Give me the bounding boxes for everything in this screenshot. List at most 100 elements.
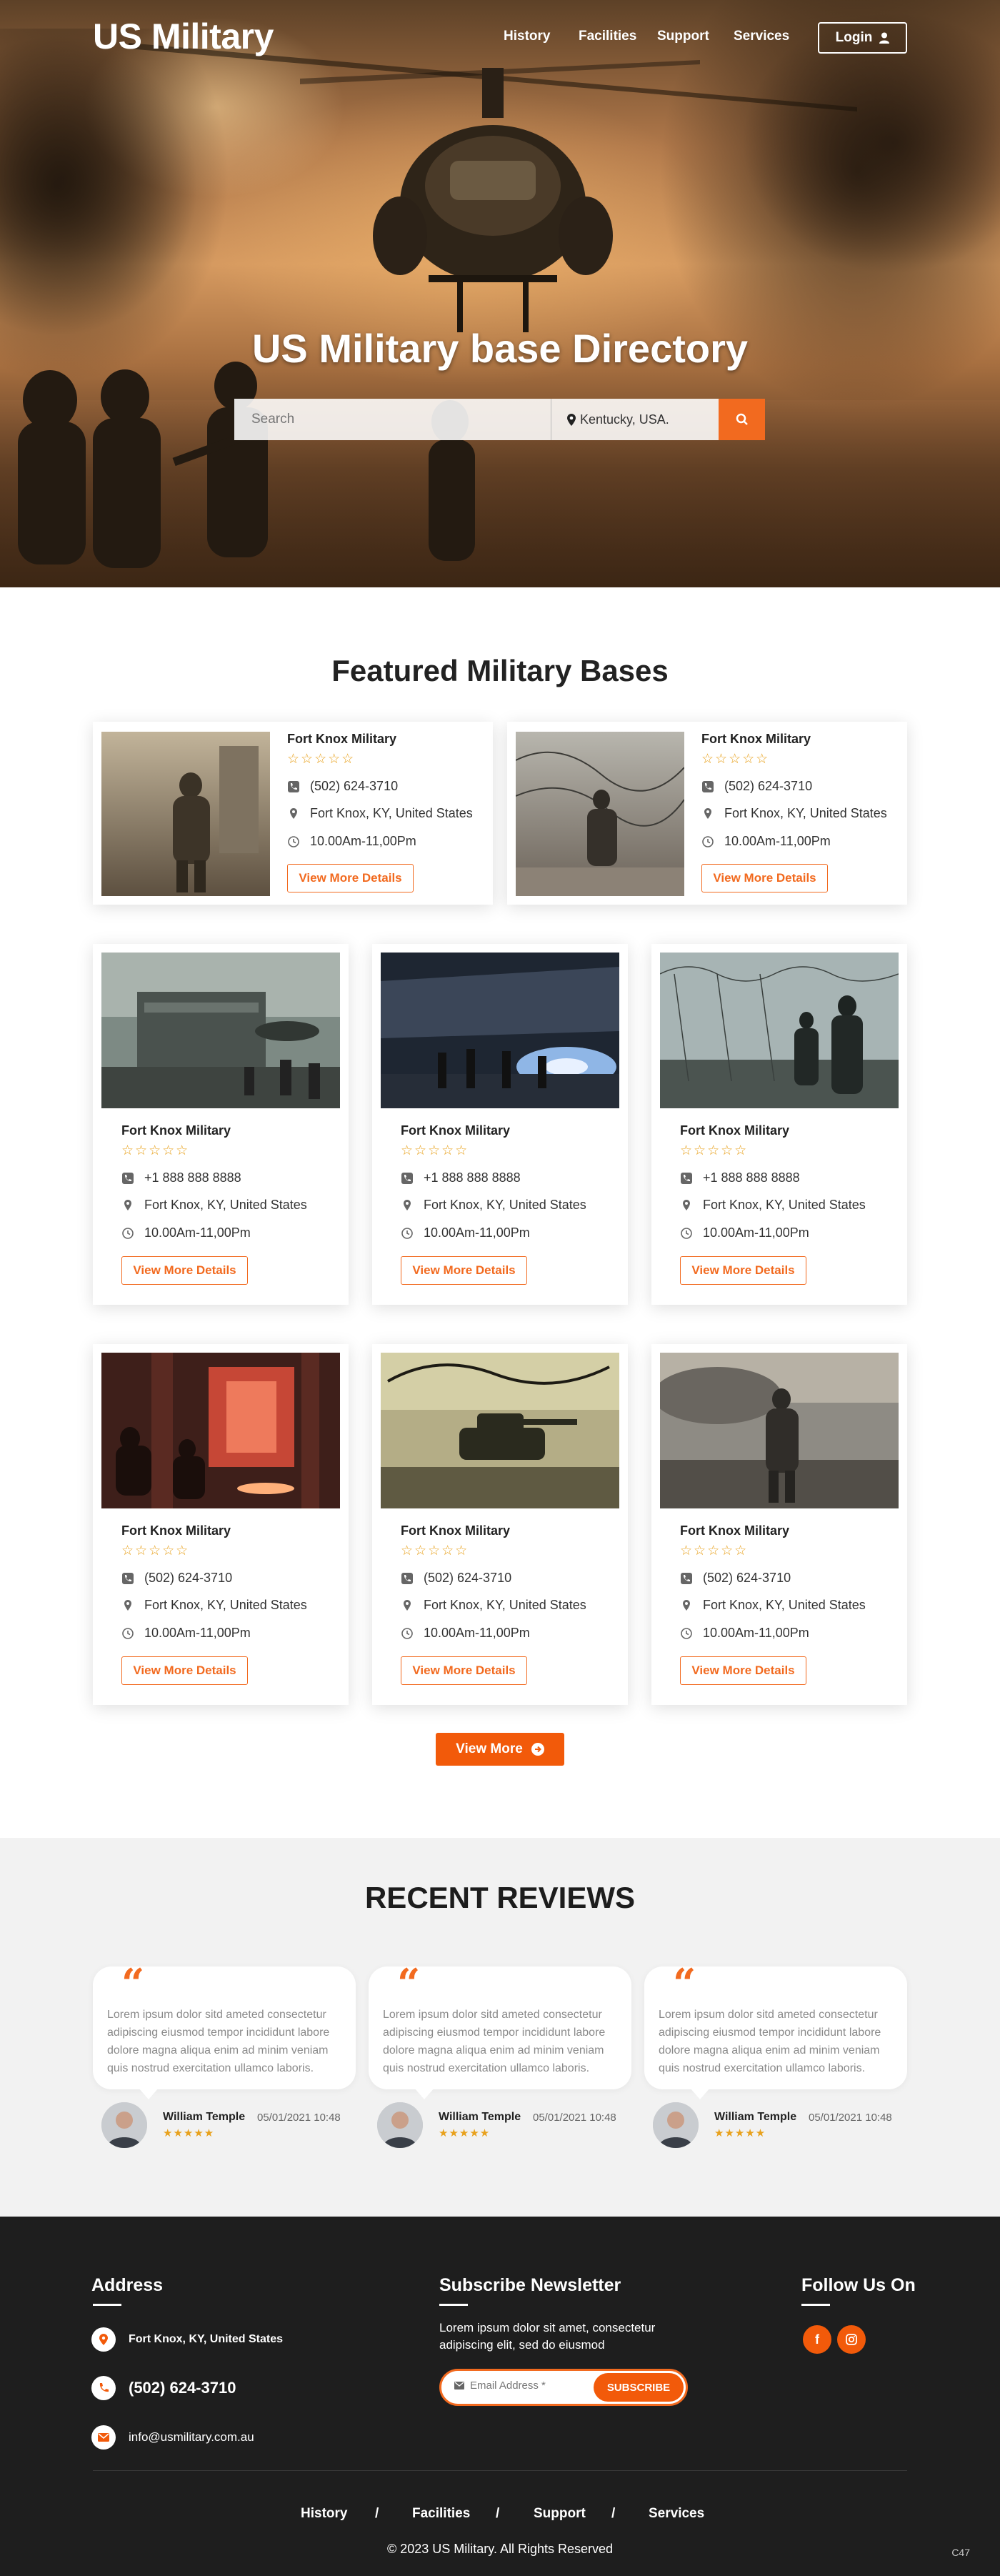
footer-link-services[interactable]: Services (649, 2506, 704, 2522)
address-text: Fort Knox, KY, United States (424, 1198, 586, 1212)
footer-link-facilities[interactable]: Facilities (412, 2506, 470, 2522)
hours-text: 10.00Am-11,00Pm (703, 1225, 809, 1240)
newsletter-form: Email Address * SUBSCRIBE (439, 2369, 688, 2406)
phone-text[interactable]: (502) 624-3710 (724, 779, 812, 794)
hours-row: 10.00Am-11,00Pm (287, 834, 416, 849)
view-details-button[interactable]: View More Details (401, 1256, 527, 1285)
phone-text[interactable]: (502) 624-3710 (703, 1571, 791, 1586)
phone-row: (502) 624-3710 (701, 779, 812, 794)
instagram-icon[interactable] (837, 2325, 866, 2354)
phone-text[interactable]: +1 888 888 8888 (703, 1170, 800, 1185)
footer-phone: (502) 624-3710 (91, 2376, 236, 2400)
base-name: Fort Knox Military (680, 1123, 790, 1138)
military-base-building-image (101, 953, 340, 1108)
footer-newsletter-title: Subscribe Newsletter (439, 2275, 621, 2295)
helicopter-soldiers-illustration (18, 43, 857, 568)
version-label: C47 (951, 2547, 970, 2558)
login-button[interactable]: Login (818, 22, 907, 54)
address-row: Fort Knox, KY, United States (701, 806, 887, 821)
hours-row: 10.00Am-11,00Pm (680, 1225, 809, 1240)
location-value: Kentucky, USA. (580, 412, 669, 427)
hours-text: 10.00Am-11,00Pm (703, 1626, 809, 1640)
soldiers-fence-image (660, 953, 899, 1108)
rating-stars: ☆☆☆☆☆ (680, 1143, 749, 1158)
address-text: Fort Knox, KY, United States (424, 1598, 586, 1612)
view-details-button[interactable]: View More Details (401, 1656, 527, 1685)
address-row: Fort Knox, KY, United States (680, 1598, 866, 1613)
clock-icon (681, 1627, 692, 1639)
phone-text[interactable]: (502) 624-3710 (129, 2379, 236, 2397)
facebook-icon[interactable]: f (803, 2325, 831, 2354)
nav-history[interactable]: History (504, 29, 550, 44)
base-card: Fort Knox Military ☆☆☆☆☆ (502) 624-3710 … (93, 722, 493, 905)
phone-row: (502) 624-3710 (680, 1571, 791, 1586)
rating-stars: ☆☆☆☆☆ (401, 1543, 469, 1558)
map-pin-icon (124, 1599, 131, 1611)
hours-text: 10.00Am-11,00Pm (144, 1626, 251, 1640)
view-more-label: View More (456, 1741, 523, 1756)
user-icon (879, 32, 890, 44)
featured-title: Featured Military Bases (331, 654, 669, 687)
phone-text[interactable]: +1 888 888 8888 (144, 1170, 241, 1185)
bubble-tail (690, 2088, 710, 2099)
search-input[interactable] (234, 399, 551, 440)
footer-link-history[interactable]: History (301, 2506, 347, 2522)
hours-text: 10.00Am-11,00Pm (424, 1626, 530, 1640)
nav-support[interactable]: Support (657, 29, 709, 44)
view-details-button[interactable]: View More Details (121, 1256, 248, 1285)
hours-row: 10.00Am-11,00Pm (401, 1626, 530, 1641)
footer-address-title: Address (91, 2275, 164, 2295)
hours-row: 10.00Am-11,00Pm (401, 1225, 530, 1240)
location-field[interactable]: Kentucky, USA. (551, 399, 719, 440)
map-pin-icon (91, 2327, 116, 2352)
view-details-button[interactable]: View More Details (121, 1656, 248, 1685)
address-row: Fort Knox, KY, United States (680, 1198, 866, 1213)
nav-facilities[interactable]: Facilities (579, 29, 636, 44)
address-row: Fort Knox, KY, United States (401, 1198, 586, 1213)
footer-link-support[interactable]: Support (534, 2506, 586, 2522)
search-button[interactable] (719, 399, 765, 440)
view-more-button[interactable]: View More (436, 1733, 564, 1766)
avatar (653, 2102, 699, 2148)
rating-stars: ★★★★★ (163, 2127, 215, 2139)
base-card: Fort Knox Military ☆☆☆☆☆ +1 888 888 8888… (651, 944, 907, 1305)
clock-icon (122, 1227, 134, 1239)
bubble-tail (139, 2088, 159, 2099)
site-logo[interactable]: US Military (93, 16, 274, 57)
address-text: Fort Knox, KY, United States (703, 1198, 866, 1212)
base-card: Fort Knox Military ☆☆☆☆☆ (502) 624-3710 … (507, 722, 907, 905)
hours-text: 10.00Am-11,00Pm (144, 1225, 251, 1240)
subscribe-button[interactable]: SUBSCRIBE (594, 2373, 684, 2402)
email-input[interactable]: Email Address * (454, 2379, 546, 2392)
soldier-barbed-wire-image (516, 732, 684, 896)
phone-text[interactable]: (502) 624-3710 (310, 779, 398, 794)
search-bar: Kentucky, USA. (234, 399, 765, 440)
view-details-button[interactable]: View More Details (680, 1256, 806, 1285)
view-details-button[interactable]: View More Details (680, 1656, 806, 1685)
review-author: William Temple 05/01/2021 10:48 ★★★★★ (93, 2102, 356, 2152)
address-row: Fort Knox, KY, United States (121, 1198, 307, 1213)
base-card: Fort Knox Military ☆☆☆☆☆ +1 888 888 8888… (372, 944, 628, 1305)
phone-icon (401, 1172, 413, 1184)
hours-text: 10.00Am-11,00Pm (310, 834, 416, 848)
reviewer-name: William Temple (439, 2111, 521, 2123)
footer-email: info@usmilitary.com.au (91, 2425, 254, 2450)
soldier-image (101, 732, 270, 896)
email-text[interactable]: info@usmilitary.com.au (129, 2430, 254, 2445)
rating-stars: ☆☆☆☆☆ (680, 1543, 749, 1558)
phone-text[interactable]: +1 888 888 8888 (424, 1170, 521, 1185)
hours-text: 10.00Am-11,00Pm (724, 834, 831, 848)
newsletter-text-line: Lorem ipsum dolor sit amet, consectetur (439, 2321, 656, 2334)
map-pin-icon (683, 1199, 690, 1210)
nav-services[interactable]: Services (734, 29, 789, 44)
reviewer-name: William Temple (714, 2111, 797, 2123)
avatar (377, 2102, 423, 2148)
view-details-button[interactable]: View More Details (287, 864, 414, 892)
tank-image (381, 1353, 619, 1508)
view-details-button[interactable]: View More Details (701, 864, 828, 892)
phone-text[interactable]: (502) 624-3710 (424, 1571, 511, 1586)
rating-stars: ☆☆☆☆☆ (121, 1143, 190, 1158)
reviews-title: RECENT REVIEWS (364, 1881, 636, 1914)
rating-stars: ☆☆☆☆☆ (287, 752, 356, 767)
phone-text[interactable]: (502) 624-3710 (144, 1571, 232, 1586)
